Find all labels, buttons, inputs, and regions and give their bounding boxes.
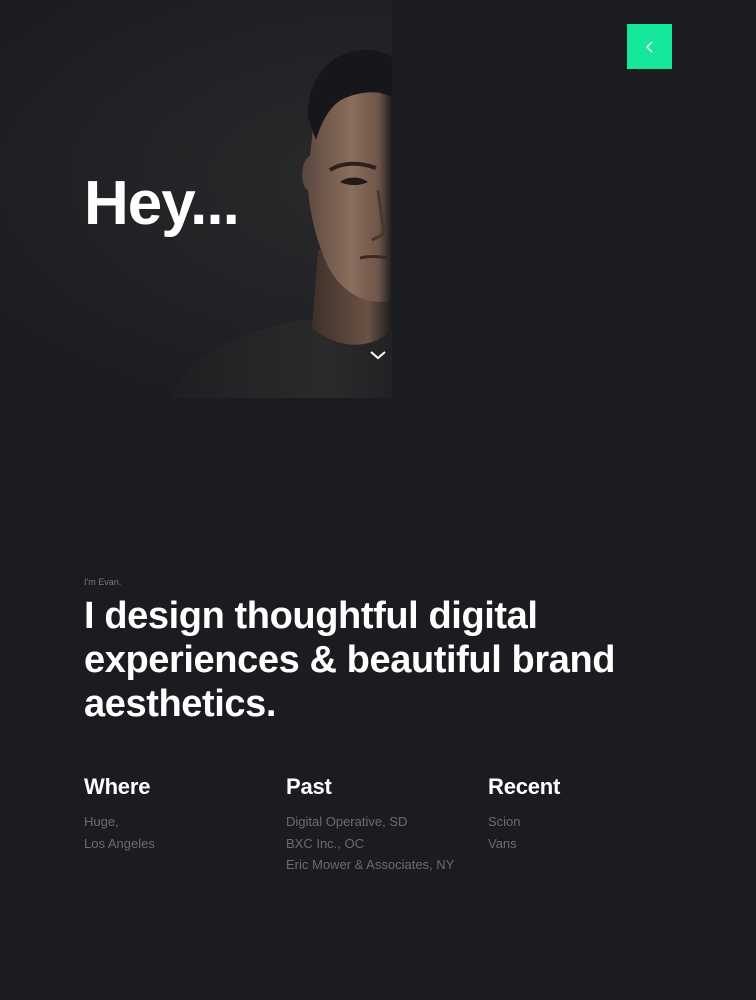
past-column: Past Digital Operative, SD BXC Inc., OC … bbox=[286, 772, 454, 876]
chevron-left-icon bbox=[645, 41, 652, 52]
headline-line: experiences & beautiful brand bbox=[84, 639, 616, 681]
hero-section: Hey... bbox=[0, 0, 756, 398]
where-list: Huge, Los Angeles bbox=[84, 811, 155, 854]
list-item: Scion bbox=[488, 814, 521, 829]
list-item: Vans bbox=[488, 835, 517, 851]
list-item: Digital Operative, SD bbox=[286, 814, 408, 829]
scroll-down-button[interactable] bbox=[366, 344, 390, 366]
recent-list: Scion Vans bbox=[488, 811, 560, 854]
info-columns: Where Huge, Los Angeles Past Digital Ope… bbox=[84, 772, 704, 892]
past-heading: Past bbox=[286, 774, 332, 799]
headline-line: aesthetics. bbox=[84, 683, 277, 725]
where-heading: Where bbox=[84, 774, 151, 799]
intro-headline: I design thoughtful digital experiences … bbox=[84, 594, 704, 726]
past-list: Digital Operative, SD BXC Inc., OC Eric … bbox=[286, 811, 454, 876]
where-column: Where Huge, Los Angeles bbox=[84, 772, 155, 854]
intro-eyebrow: I'm Evan. bbox=[84, 577, 122, 587]
hero-title: Hey... bbox=[84, 169, 240, 238]
intro-section: I'm Evan. I design thoughtful digital ex… bbox=[84, 576, 704, 726]
list-item: Los Angeles bbox=[84, 835, 155, 851]
list-item: BXC Inc., OC bbox=[286, 835, 365, 851]
page: Hey... I'm Evan. I design thoughtful dig… bbox=[0, 0, 756, 1000]
recent-column: Recent Scion Vans bbox=[488, 772, 560, 854]
back-button[interactable] bbox=[627, 24, 672, 69]
chevron-down-icon bbox=[370, 351, 386, 360]
list-item: Huge, bbox=[84, 814, 119, 829]
headline-line: I design thoughtful digital bbox=[84, 595, 538, 637]
recent-heading: Recent bbox=[488, 774, 561, 799]
list-item: Eric Mower & Associates, NY bbox=[286, 857, 455, 872]
